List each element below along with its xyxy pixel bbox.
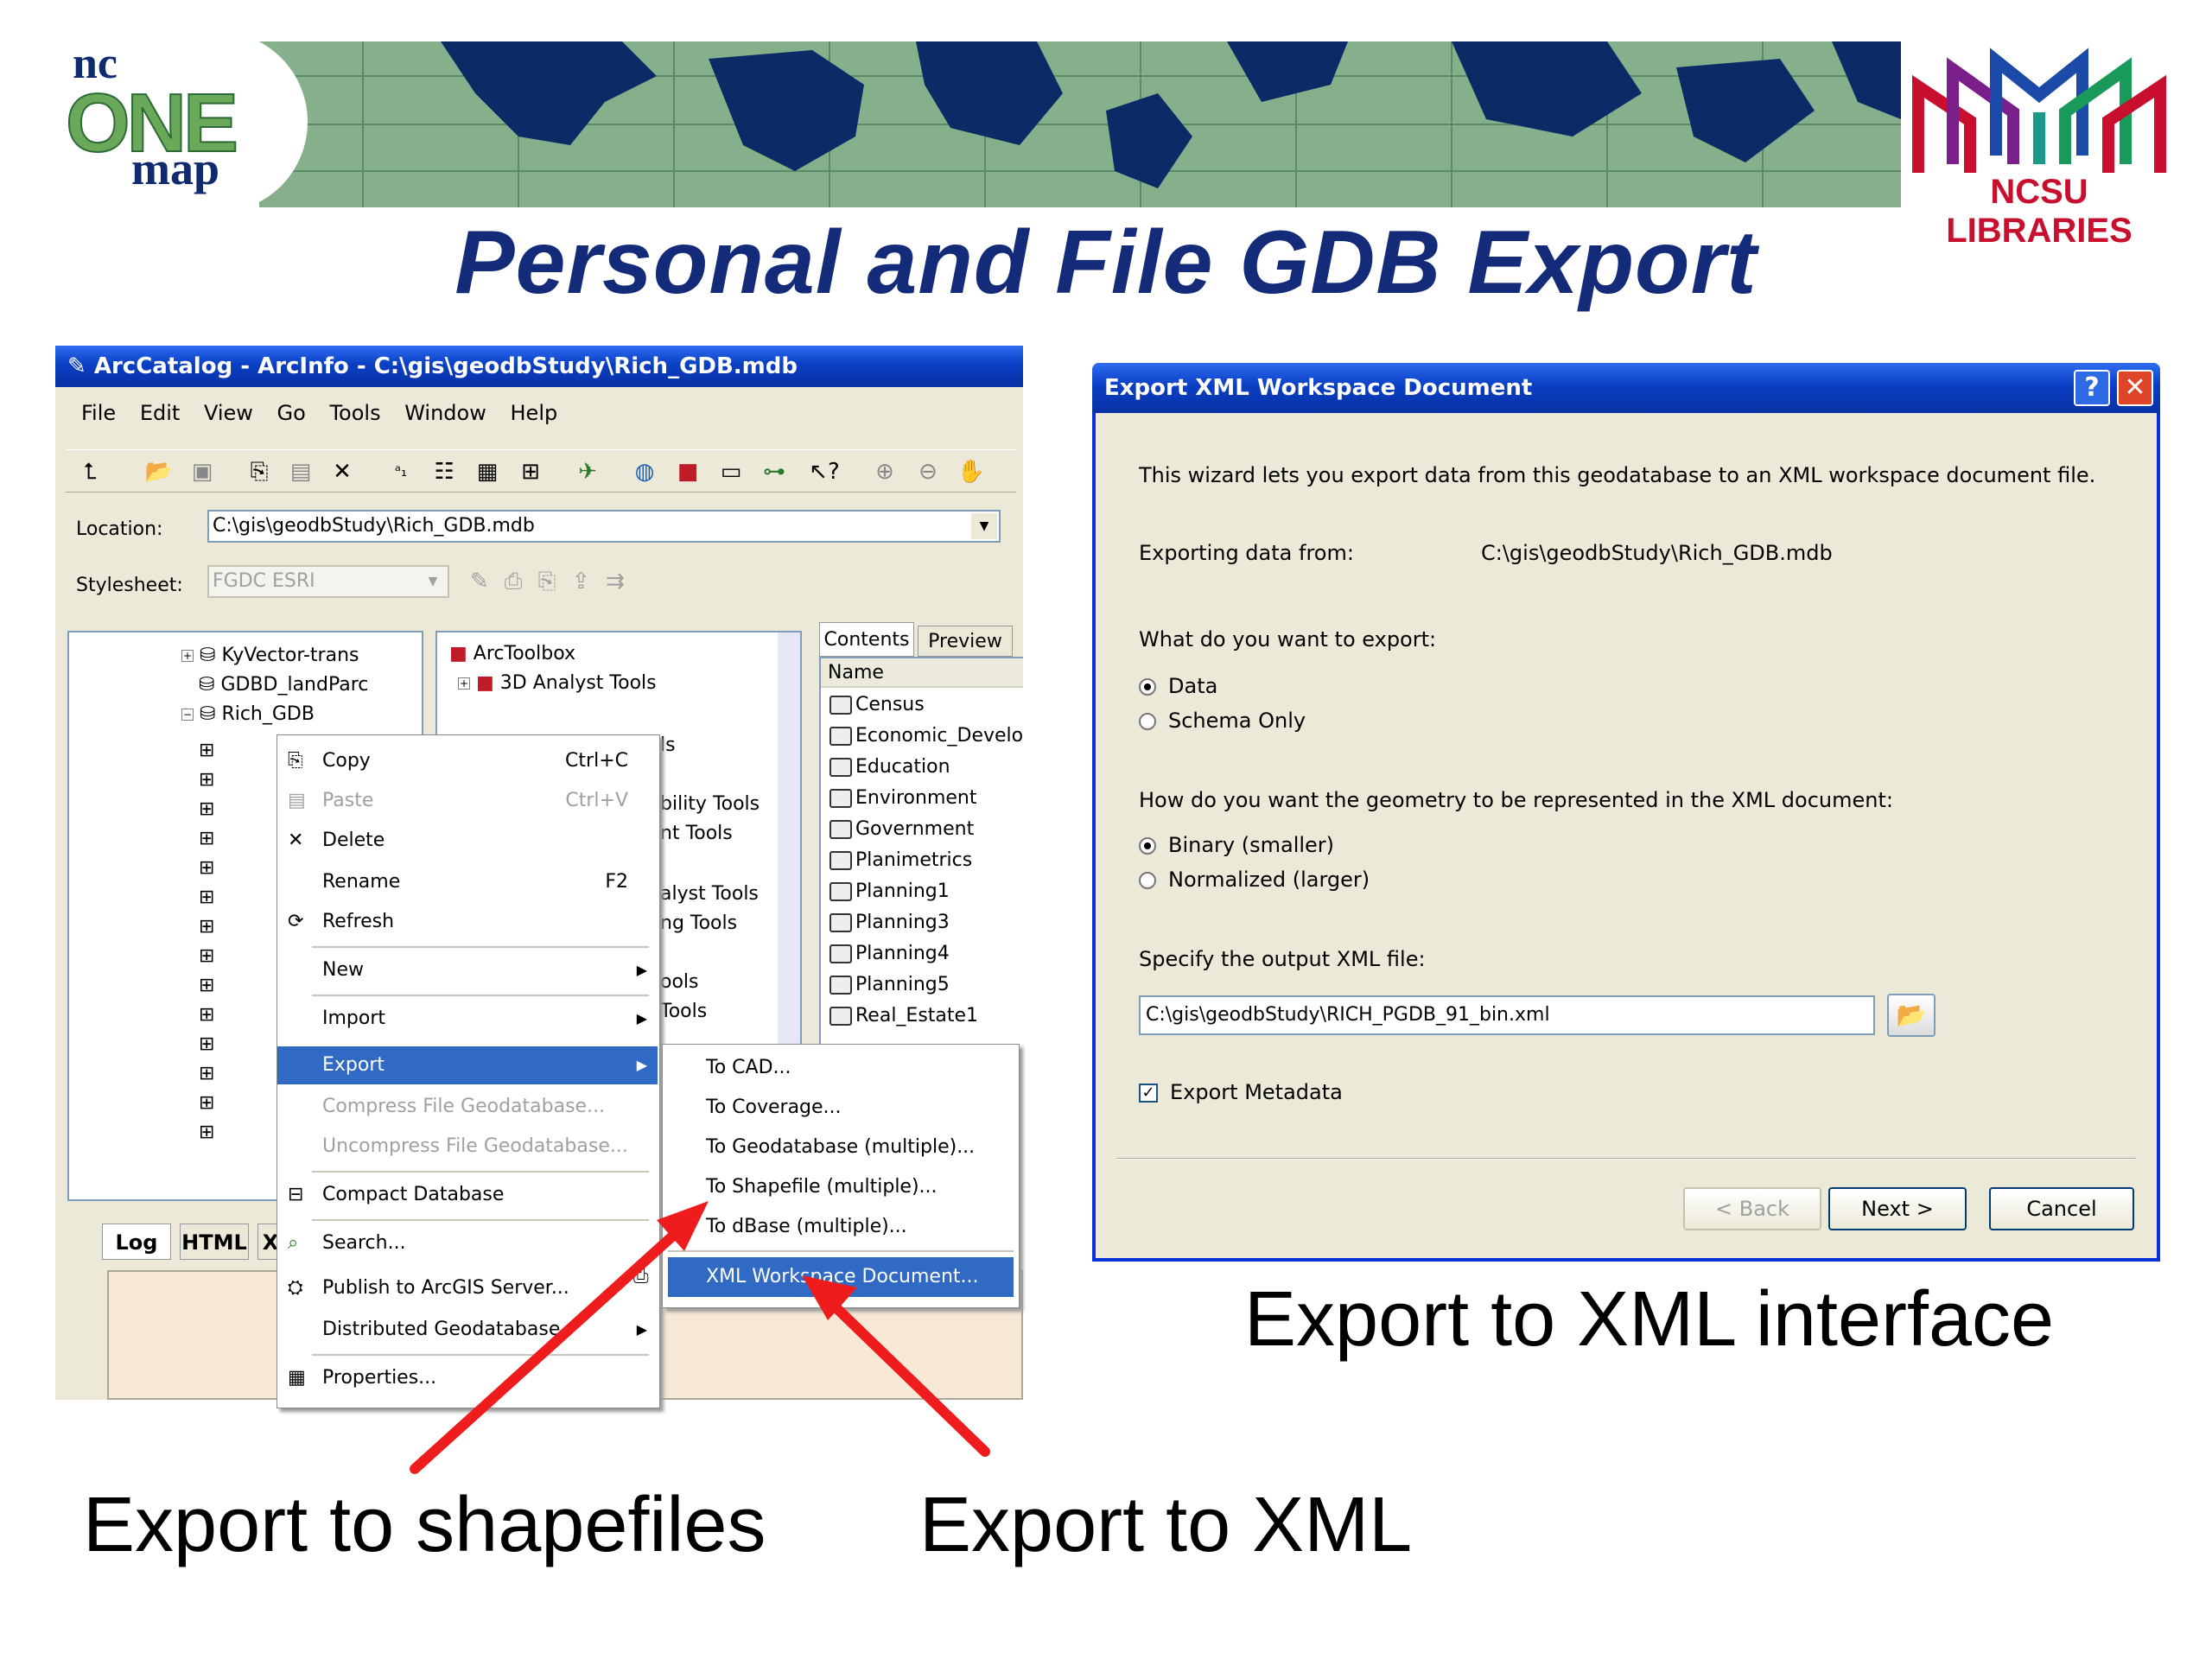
arrow-to-shapefile [410, 1222, 688, 1474]
arrow-to-xml [824, 1296, 990, 1457]
annotation-arrows [410, 1201, 990, 1474]
